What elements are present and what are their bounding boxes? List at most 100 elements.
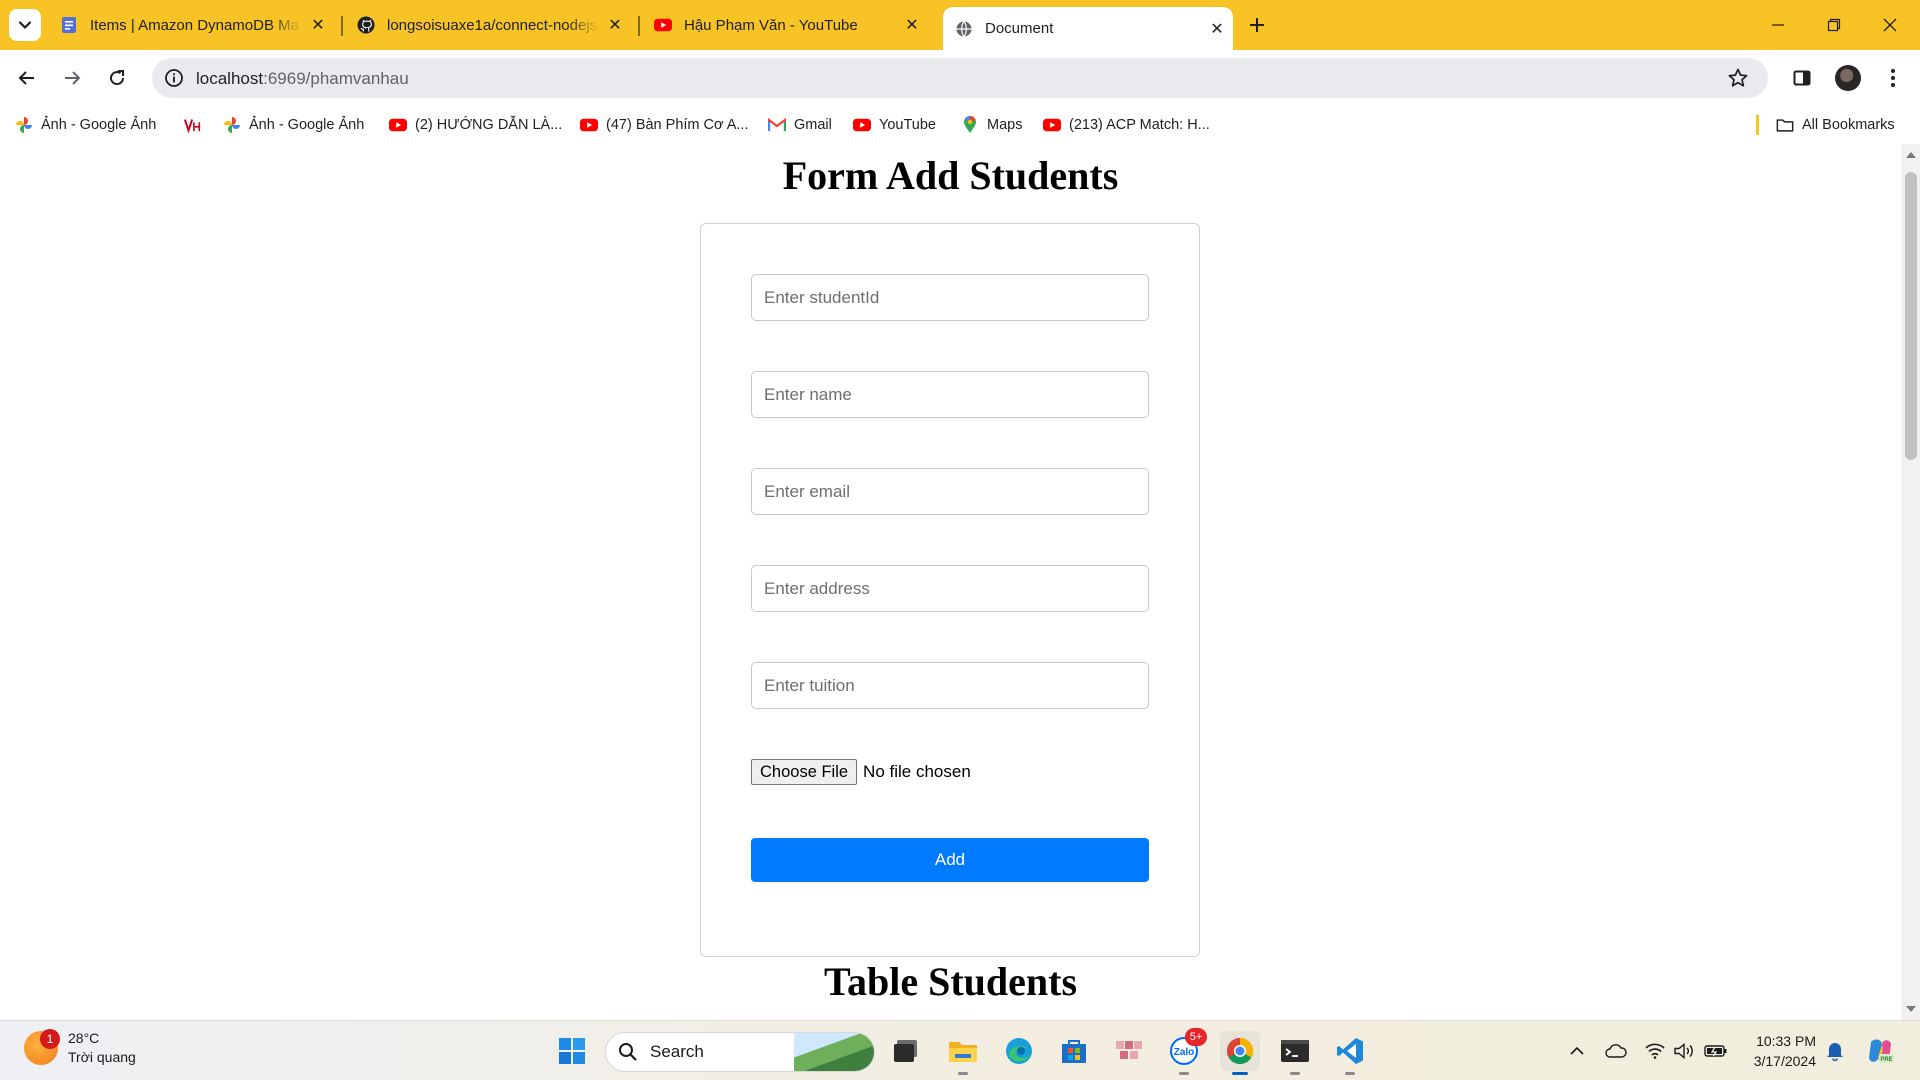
tab-strip: Items | Amazon DynamoDB Ma ✕ longsoisuax… [0, 0, 1920, 50]
tab-document[interactable]: Document ✕ [943, 7, 1233, 50]
google-photos-icon [223, 116, 241, 134]
close-icon[interactable]: ✕ [308, 15, 328, 35]
weather-widget[interactable]: 1 28°C Trời quang [24, 1029, 136, 1067]
forward-arrow-icon [65, 71, 81, 85]
bookmarks-divider [1756, 115, 1759, 135]
tab-title: longsoisuaxe1a/connect-nodejs [387, 16, 598, 34]
bookmark-youtube-huong-dan[interactable]: (2) HƯỚNG DẪN LÀ... [389, 114, 562, 136]
forward-button[interactable] [56, 62, 88, 94]
taskbar-search[interactable]: Search [605, 1032, 875, 1072]
start-button[interactable] [552, 1031, 592, 1071]
minimize-icon [1772, 24, 1784, 26]
url-text[interactable]: localhost:6969/phamvanhau [196, 69, 409, 89]
scrollbar-thumb[interactable] [1905, 172, 1917, 460]
tab-title: Document [985, 20, 1054, 37]
bookmark-youtube-ban-phim[interactable]: (47) Bàn Phím Cơ A... [580, 114, 748, 136]
weather-sun-icon: 1 [24, 1029, 60, 1065]
volume-icon [1674, 1043, 1693, 1059]
back-arrow-icon [18, 71, 34, 85]
file-explorer-button[interactable] [943, 1031, 983, 1075]
scroll-down-arrow-icon[interactable] [1906, 1006, 1916, 1012]
bookmark-google-photos-2[interactable]: Ảnh - Google Ảnh [223, 114, 364, 136]
close-icon[interactable]: ✕ [605, 15, 625, 35]
cloud-icon [1605, 1044, 1627, 1058]
choose-file-button[interactable]: Choose File [751, 759, 858, 785]
scroll-up-arrow-icon[interactable] [1906, 152, 1916, 158]
wifi-button[interactable] [1643, 1035, 1667, 1067]
close-window-button[interactable] [1862, 0, 1918, 50]
vscode-button[interactable] [1330, 1031, 1370, 1075]
close-icon[interactable]: ✕ [1207, 19, 1227, 39]
close-icon [1883, 18, 1897, 32]
side-panel-button[interactable] [1786, 62, 1818, 94]
running-indicator [958, 1072, 968, 1075]
chrome-button[interactable] [1220, 1031, 1260, 1075]
running-indicator [1179, 1072, 1189, 1075]
tab-github[interactable]: longsoisuaxe1a/connect-nodejs ✕ [345, 7, 631, 43]
file-status: No file chosen [863, 762, 971, 781]
bell-icon [1827, 1043, 1843, 1061]
bookmark-youtube[interactable]: YouTube [853, 114, 936, 136]
all-bookmarks-button[interactable]: All Bookmarks [1776, 114, 1895, 136]
notifications-button[interactable] [1823, 1035, 1847, 1067]
snipping-app-button[interactable] [1109, 1031, 1149, 1071]
minimize-button[interactable] [1750, 0, 1806, 50]
address-bar[interactable]: localhost:6969/phamvanhau [152, 58, 1768, 98]
task-view-icon [894, 1040, 917, 1062]
svg-text:PRE: PRE [1880, 1057, 1892, 1063]
windows-logo-icon [559, 1038, 585, 1064]
add-button[interactable]: Add [751, 838, 1149, 882]
bookmark-maps[interactable]: Maps [961, 114, 1022, 136]
store-button[interactable] [1054, 1031, 1094, 1071]
bookmark-youtube-acp[interactable]: (213) ACP Match: H... [1043, 114, 1210, 136]
tab-search-button[interactable] [9, 9, 41, 41]
zalo-button[interactable]: Zalo 5+ [1164, 1028, 1207, 1075]
close-icon[interactable]: ✕ [902, 15, 922, 35]
back-button[interactable] [11, 62, 43, 94]
tab-youtube[interactable]: Hậu Phạm Văn - YouTube ✕ [642, 7, 928, 43]
youtube-icon [580, 116, 598, 134]
onedrive-button[interactable] [1603, 1035, 1629, 1067]
bookmark-label: Ảnh - Google Ảnh [249, 117, 365, 133]
tab-separator [341, 16, 343, 36]
bookmark-label: (2) HƯỚNG DẪN LÀ... [415, 117, 563, 133]
form-title: Form Add Students [782, 153, 1119, 198]
folder-icon [1776, 116, 1794, 134]
bookmark-gmail[interactable]: Gmail [768, 114, 832, 136]
bookmark-label: (47) Bàn Phím Cơ A... [606, 117, 749, 133]
tray-overflow-button[interactable] [1565, 1035, 1589, 1067]
task-view-button[interactable] [886, 1031, 926, 1071]
battery-button[interactable] [1703, 1035, 1729, 1067]
bookmark-google-photos-1[interactable]: Ảnh - Google Ảnh [15, 114, 156, 136]
student-id-input[interactable] [751, 274, 1149, 321]
copilot-button[interactable]: PRE [1864, 1035, 1896, 1067]
table-title: Table Students [823, 959, 1078, 1004]
chrome-menu-button[interactable] [1877, 62, 1909, 94]
clock-date: 3/17/2024 [1753, 1053, 1816, 1069]
bookmark-label: Maps [987, 117, 1023, 133]
chevron-up-icon [1570, 1046, 1584, 1055]
profile-button[interactable] [1832, 62, 1864, 94]
vh-logo-icon [184, 116, 202, 134]
plus-icon [1250, 18, 1264, 32]
restore-button[interactable] [1806, 0, 1862, 50]
tab-dynamodb[interactable]: Items | Amazon DynamoDB Ma ✕ [48, 7, 334, 43]
terminal-button[interactable] [1275, 1031, 1315, 1075]
tuition-input[interactable] [751, 662, 1149, 709]
volume-button[interactable] [1673, 1035, 1697, 1067]
email-input[interactable] [751, 468, 1149, 515]
active-indicator [1232, 1072, 1248, 1075]
bookmark-vh[interactable] [184, 114, 210, 136]
bookmark-star-icon[interactable] [1726, 66, 1750, 90]
new-tab-button[interactable] [1243, 11, 1271, 39]
site-info-icon[interactable] [162, 66, 186, 90]
weather-condition: Trời quang [68, 1049, 136, 1065]
system-clock[interactable]: 10:33 PM 3/17/2024 [1746, 1031, 1816, 1071]
address-input[interactable] [751, 565, 1149, 612]
reload-button[interactable] [101, 62, 133, 94]
name-input[interactable] [751, 371, 1149, 418]
browser-toolbar: localhost:6969/phamvanhau [0, 50, 1920, 106]
edge-button[interactable] [999, 1031, 1039, 1071]
github-icon [357, 16, 375, 34]
page-scrollbar[interactable] [1901, 144, 1920, 1020]
